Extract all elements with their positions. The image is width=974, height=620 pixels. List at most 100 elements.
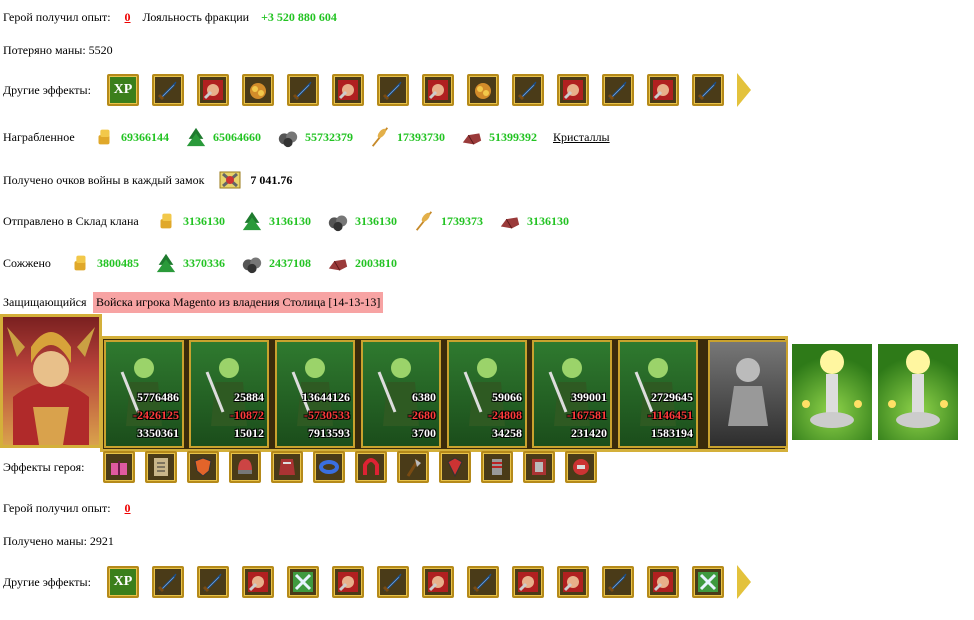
hero-portrait[interactable] — [0, 314, 102, 448]
unit-remaining: 3700 — [412, 426, 436, 440]
ore-icon — [241, 252, 263, 274]
fist-icon[interactable] — [197, 74, 229, 106]
sword-icon[interactable] — [287, 74, 319, 106]
scroll-icon[interactable] — [145, 451, 177, 483]
xp-icon[interactable]: XP — [107, 74, 139, 106]
mana-lost: Потеряно маны: 5520 — [3, 43, 113, 57]
sword-icon[interactable] — [602, 566, 634, 598]
unit-losses: -10872 — [230, 408, 264, 422]
fist-icon[interactable] — [422, 566, 454, 598]
exp-row-2: Герой получил опыт: 0 — [3, 501, 131, 516]
plunder-label: Награбленное — [3, 129, 75, 144]
fist-icon[interactable] — [557, 74, 589, 106]
wood-icon — [185, 126, 207, 148]
unit-slot[interactable]: 2729645 -1146451 1583194 — [618, 340, 698, 448]
war-points-label: Получено очков войны в каждый замок — [3, 172, 205, 187]
resource-gold: 3136130 — [155, 210, 225, 232]
unit-slot[interactable]: 399001 -167581 231420 — [532, 340, 612, 448]
fist-icon[interactable] — [422, 74, 454, 106]
exp-value[interactable]: 0 — [125, 10, 131, 25]
fist-icon[interactable] — [647, 74, 679, 106]
fist-icon[interactable] — [242, 566, 274, 598]
defender-badge: Войска игрока Magento из владения Столиц… — [93, 292, 384, 313]
other-effects-icons: XP — [107, 74, 737, 106]
helmet-icon[interactable] — [229, 451, 261, 483]
gift-icon[interactable] — [103, 451, 135, 483]
war-points-value: 7 041.76 — [250, 172, 293, 187]
gold-icon — [93, 126, 115, 148]
sword-icon[interactable] — [602, 74, 634, 106]
resource-value: 69366144 — [121, 129, 169, 144]
sword-icon[interactable] — [467, 566, 499, 598]
chainmail-icon[interactable] — [523, 451, 555, 483]
resource-ore: 2437108 — [241, 252, 311, 274]
sword-icon[interactable] — [152, 74, 184, 106]
resource-value: 2437108 — [269, 255, 311, 270]
ore-icon — [277, 126, 299, 148]
hero-effects-label: Эффекты героя: — [3, 459, 85, 474]
axe-icon[interactable] — [397, 451, 429, 483]
wheat-icon — [369, 126, 391, 148]
unit-slot[interactable]: 25884 -10872 15012 — [189, 340, 269, 448]
loyalty-value: +3 520 880 604 — [261, 10, 337, 24]
unit-slot[interactable]: 6380 -2680 3700 — [361, 340, 441, 448]
fist-icon[interactable] — [647, 566, 679, 598]
gauntlet-icon[interactable] — [481, 451, 513, 483]
resource-wood: 3136130 — [241, 210, 311, 232]
resource-value: 2003810 — [355, 255, 397, 270]
helmet-gold-icon[interactable] — [565, 451, 597, 483]
stone-icon — [327, 252, 349, 274]
crossed-sword-icon[interactable] — [692, 566, 724, 598]
unit-count: 13644126 — [302, 390, 350, 404]
resource-stone: 3136130 — [499, 210, 569, 232]
gold-sack-icon[interactable] — [242, 74, 274, 106]
next-arrow-button-2[interactable] — [737, 565, 751, 599]
unit-slot[interactable]: 13644126 -5730533 7913593 — [275, 340, 355, 448]
xp-icon[interactable]: XP — [107, 566, 139, 598]
kite-shield-icon[interactable] — [439, 451, 471, 483]
shield-icon[interactable] — [187, 451, 219, 483]
unit-losses: -5730533 — [304, 408, 350, 422]
fist-icon[interactable] — [332, 566, 364, 598]
fist-icon[interactable] — [332, 74, 364, 106]
resource-gold: 3800485 — [69, 252, 139, 274]
resource-value: 3136130 — [527, 213, 569, 228]
resource-value: 51399392 — [489, 129, 537, 144]
sword-icon[interactable] — [377, 74, 409, 106]
horseshoe-icon[interactable] — [355, 451, 387, 483]
gold-sack-icon[interactable] — [467, 74, 499, 106]
army-strip: 5776486 -2426125 3350361 25884 -10872 15012 13… — [0, 314, 974, 452]
sword-icon[interactable] — [512, 74, 544, 106]
sword-icon[interactable] — [377, 566, 409, 598]
sword-icon[interactable] — [152, 566, 184, 598]
plunder-row: Награбленное 69366144 65064660 55732379 173… — [3, 126, 610, 148]
burned-row: Сожжено 3800485 3370336 2437108 2003810 — [3, 252, 413, 274]
unit-remaining: 1583194 — [651, 426, 693, 440]
tower-icon[interactable] — [792, 344, 872, 440]
hero-effects-row: Эффекты героя: — [3, 451, 607, 483]
ring-icon[interactable] — [313, 451, 345, 483]
sword-icon[interactable] — [197, 566, 229, 598]
fist-icon[interactable] — [557, 566, 589, 598]
armor-icon[interactable] — [271, 451, 303, 483]
stone-icon — [461, 126, 483, 148]
war-points-icon — [218, 168, 242, 192]
resource-value: 55732379 — [305, 129, 353, 144]
unit-slot[interactable]: 59066 -24808 34258 — [447, 340, 527, 448]
exp-value-2[interactable]: 0 — [125, 501, 131, 516]
crossed-sword-icon[interactable] — [287, 566, 319, 598]
fist-icon[interactable] — [512, 566, 544, 598]
wood-icon — [241, 210, 263, 232]
plunder-items: 69366144 65064660 55732379 17393730 51399392 — [93, 126, 553, 148]
crystals-link[interactable]: Кристаллы — [553, 130, 610, 145]
unit-losses: -2426125 — [133, 408, 179, 422]
next-arrow-button[interactable] — [737, 73, 751, 107]
clan-storage-items: 3136130 3136130 3136130 1739373 3136130 — [155, 210, 585, 232]
tower-icon[interactable] — [878, 344, 958, 440]
unit-slot-empty[interactable] — [708, 340, 788, 448]
sword-icon[interactable] — [692, 74, 724, 106]
other-effects-label-2: Другие эффекты: — [3, 574, 91, 589]
resource-gold: 69366144 — [93, 126, 169, 148]
defender-label: Защищающийся — [3, 295, 87, 309]
unit-slot[interactable]: 5776486 -2426125 3350361 — [104, 340, 184, 448]
